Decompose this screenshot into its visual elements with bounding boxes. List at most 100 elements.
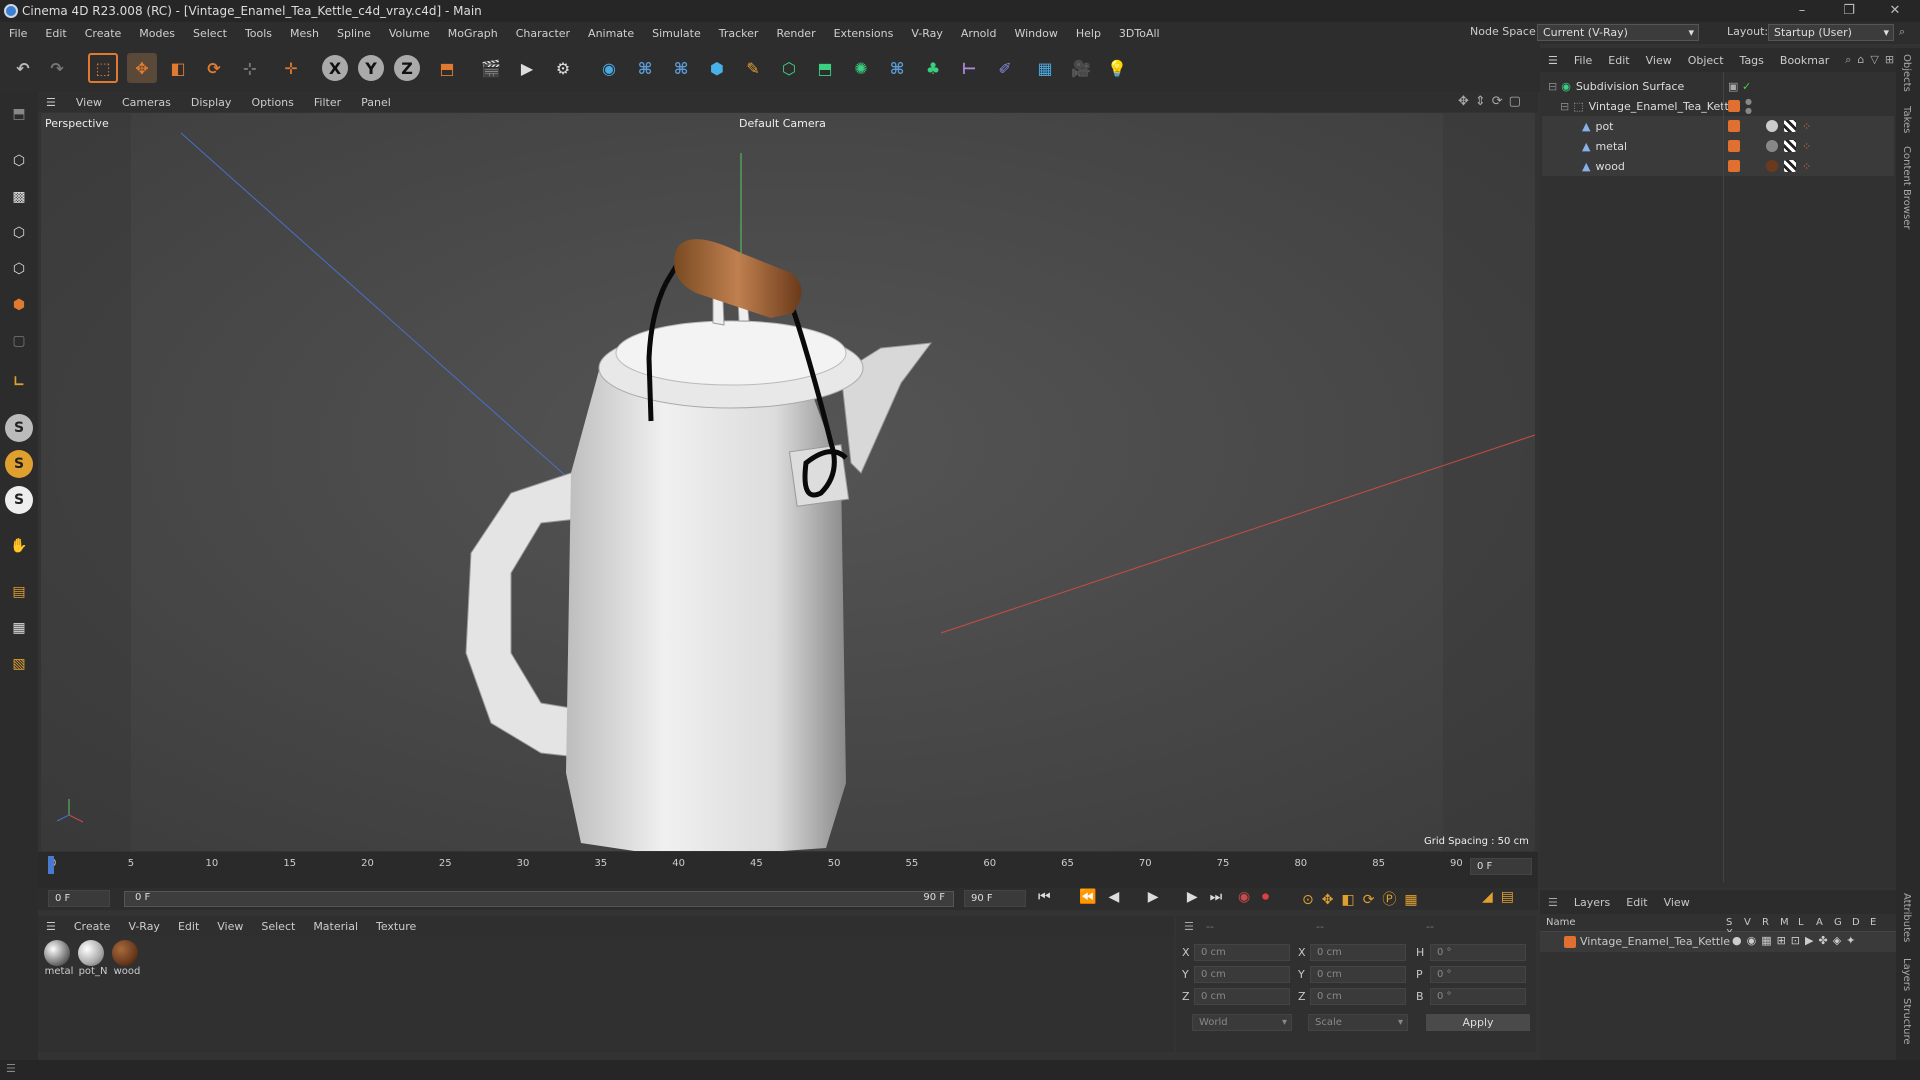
layer-flag-d[interactable]: D	[1852, 917, 1870, 928]
layer-color-icon[interactable]	[1728, 160, 1740, 172]
close-button[interactable]: ✕	[1880, 2, 1910, 20]
python-script-2-icon[interactable]: ⌘	[666, 53, 696, 83]
camera-label[interactable]: Default Camera	[739, 117, 826, 130]
menu-3dtoall[interactable]: 3DToAll	[1110, 27, 1169, 40]
locked-workplane-icon[interactable]: ▧	[5, 650, 33, 678]
menu-file[interactable]: File	[0, 27, 36, 40]
camera-icon[interactable]: 🎥	[1066, 53, 1096, 83]
menu-select[interactable]: Select	[184, 27, 236, 40]
range-slider[interactable]: 0 F 90 F	[124, 891, 954, 907]
tag-icon[interactable]: ⁘	[1802, 160, 1811, 173]
layer-flag-g[interactable]: G	[1834, 917, 1852, 928]
viewport-menu-display[interactable]: Display	[181, 96, 242, 109]
layer-flag-e[interactable]: E	[1870, 917, 1888, 928]
layer-flag-a[interactable]: A	[1816, 917, 1834, 928]
rotation-h-field[interactable]: 0 °	[1430, 944, 1526, 961]
material-pot[interactable]: pot_N	[78, 940, 108, 977]
object-menu-object[interactable]: Object	[1680, 54, 1732, 67]
menu-mesh[interactable]: Mesh	[281, 27, 328, 40]
move-icon[interactable]: ✥	[127, 53, 157, 83]
layer-menu-icon[interactable]: ☰	[1540, 896, 1566, 909]
menu-character[interactable]: Character	[507, 27, 579, 40]
timeline-ruler[interactable]: 051015202530354045505560657075808590	[38, 858, 1463, 878]
lock-y-button[interactable]: Y	[358, 55, 384, 81]
timeline[interactable]: 051015202530354045505560657075808590 0 F	[38, 852, 1538, 890]
snap-icon[interactable]: S	[5, 414, 33, 442]
object-menu-tags[interactable]: Tags	[1732, 54, 1772, 67]
playhead[interactable]	[48, 856, 54, 874]
coordinate-system-icon[interactable]: ⬒	[432, 53, 462, 83]
maximize-button[interactable]: ❐	[1834, 2, 1864, 20]
end-frame-field[interactable]: 90 F	[964, 890, 1026, 907]
layer-toggle-icons[interactable]: ●◉▦⊞⊡▶✤◈✦	[1732, 934, 1860, 947]
minimize-button[interactable]: –	[1787, 2, 1817, 20]
rotate-icon[interactable]: ⟳	[199, 53, 229, 83]
collapse-icon[interactable]: ⊟	[1548, 80, 1557, 93]
rotation-p-field[interactable]: 0 °	[1430, 966, 1526, 983]
start-frame-field[interactable]: 0 F	[48, 890, 110, 907]
coord-mode-dropdown[interactable]: Scale ▾	[1308, 1014, 1408, 1031]
tab-structure[interactable]: Structure	[1901, 998, 1912, 1045]
object-row-subdivision[interactable]: ⊟ ◉ Subdivision Surface ▣ ✓	[1542, 76, 1894, 96]
render-settings-icon[interactable]: ⚙	[548, 53, 578, 83]
material-menu-texture[interactable]: Texture	[367, 920, 425, 933]
sketch-icon[interactable]: ✐	[990, 53, 1020, 83]
menu-edit[interactable]: Edit	[36, 27, 75, 40]
viewport-nav-icons[interactable]: ✥⇕⟳▢	[1458, 94, 1527, 109]
uv-mode-icon[interactable]: ▢	[5, 327, 33, 355]
visibility-dots-icon[interactable]: ● ●	[1745, 97, 1752, 115]
menu-simulate[interactable]: Simulate	[643, 27, 710, 40]
size-z-field[interactable]: 0 cm	[1310, 988, 1406, 1005]
tab-layers[interactable]: Layers	[1901, 958, 1912, 991]
model-mode-icon[interactable]: ⬡	[5, 147, 33, 175]
python-generator-icon[interactable]: ⌘	[882, 53, 912, 83]
rotation-b-field[interactable]: 0 °	[1430, 988, 1526, 1005]
collapse-icon[interactable]: ⊟	[1560, 100, 1569, 113]
material-menu-select[interactable]: Select	[252, 920, 304, 933]
layer-color-icon[interactable]	[1564, 936, 1576, 948]
object-menu-file[interactable]: File	[1566, 54, 1600, 67]
menu-v-ray[interactable]: V-Ray	[902, 27, 952, 40]
edit-toggle-icon[interactable]: ▣	[1728, 80, 1738, 93]
tag-icon[interactable]: ⁘	[1802, 120, 1811, 133]
menu-tracker[interactable]: Tracker	[710, 27, 768, 40]
object-row-metal[interactable]: ▲ metal ⁘	[1542, 136, 1894, 156]
coord-system-dropdown[interactable]: World ▾	[1192, 1014, 1292, 1031]
menu-window[interactable]: Window	[1005, 27, 1066, 40]
lock-z-button[interactable]: Z	[394, 55, 420, 81]
menu-animate[interactable]: Animate	[579, 27, 643, 40]
layer-flag-m[interactable]: M	[1780, 917, 1798, 928]
tab-attributes[interactable]: Attributes	[1901, 893, 1912, 942]
material-metal[interactable]: metal	[44, 940, 74, 977]
layer-color-icon[interactable]	[1728, 100, 1740, 112]
material-tag-icon[interactable]	[1766, 140, 1778, 152]
make-editable-icon[interactable]: ⬒	[5, 100, 33, 128]
workplane-icon[interactable]: ▤	[5, 578, 33, 606]
tab-content-browser[interactable]: Content Browser	[1901, 146, 1912, 229]
viewport-menu-options[interactable]: Options	[241, 96, 303, 109]
viewport-menu-panel[interactable]: Panel	[351, 96, 401, 109]
undo-icon[interactable]: ↶	[8, 53, 38, 83]
search-icon[interactable]: ⌕	[1899, 25, 1905, 39]
tweak-icon[interactable]: ✋	[5, 532, 33, 560]
object-menu-bookmarks[interactable]: Bookmar	[1772, 54, 1837, 67]
timeline-view-icons[interactable]: ◢▤	[1482, 889, 1522, 905]
layer-menu-view[interactable]: View	[1656, 896, 1698, 909]
redo-icon[interactable]: ↷	[42, 53, 72, 83]
scale-icon[interactable]: ◧	[163, 53, 193, 83]
layout-dropdown[interactable]: Startup (User) ▾	[1768, 24, 1894, 41]
snap-3d-icon[interactable]: S	[5, 486, 33, 514]
layer-flag-l[interactable]: L	[1798, 917, 1816, 928]
autokey-icon[interactable]: ⏺	[1262, 889, 1269, 905]
material-menu-material[interactable]: Material	[304, 920, 367, 933]
snap-settings-icon[interactable]: S	[5, 450, 33, 478]
uvw-tag-icon[interactable]	[1784, 140, 1796, 152]
material-tag-icon[interactable]	[1766, 120, 1778, 132]
object-row-pot[interactable]: ▲ pot ⁘	[1542, 116, 1894, 136]
size-y-field[interactable]: 0 cm	[1310, 966, 1406, 983]
uvw-tag-icon[interactable]	[1784, 120, 1796, 132]
coords-menu-icon[interactable]: ☰	[1184, 920, 1194, 933]
viewport-menu-cameras[interactable]: Cameras	[112, 96, 181, 109]
object-menu-icon[interactable]: ☰	[1540, 54, 1566, 67]
subdivision-icon[interactable]: ⬡	[774, 53, 804, 83]
